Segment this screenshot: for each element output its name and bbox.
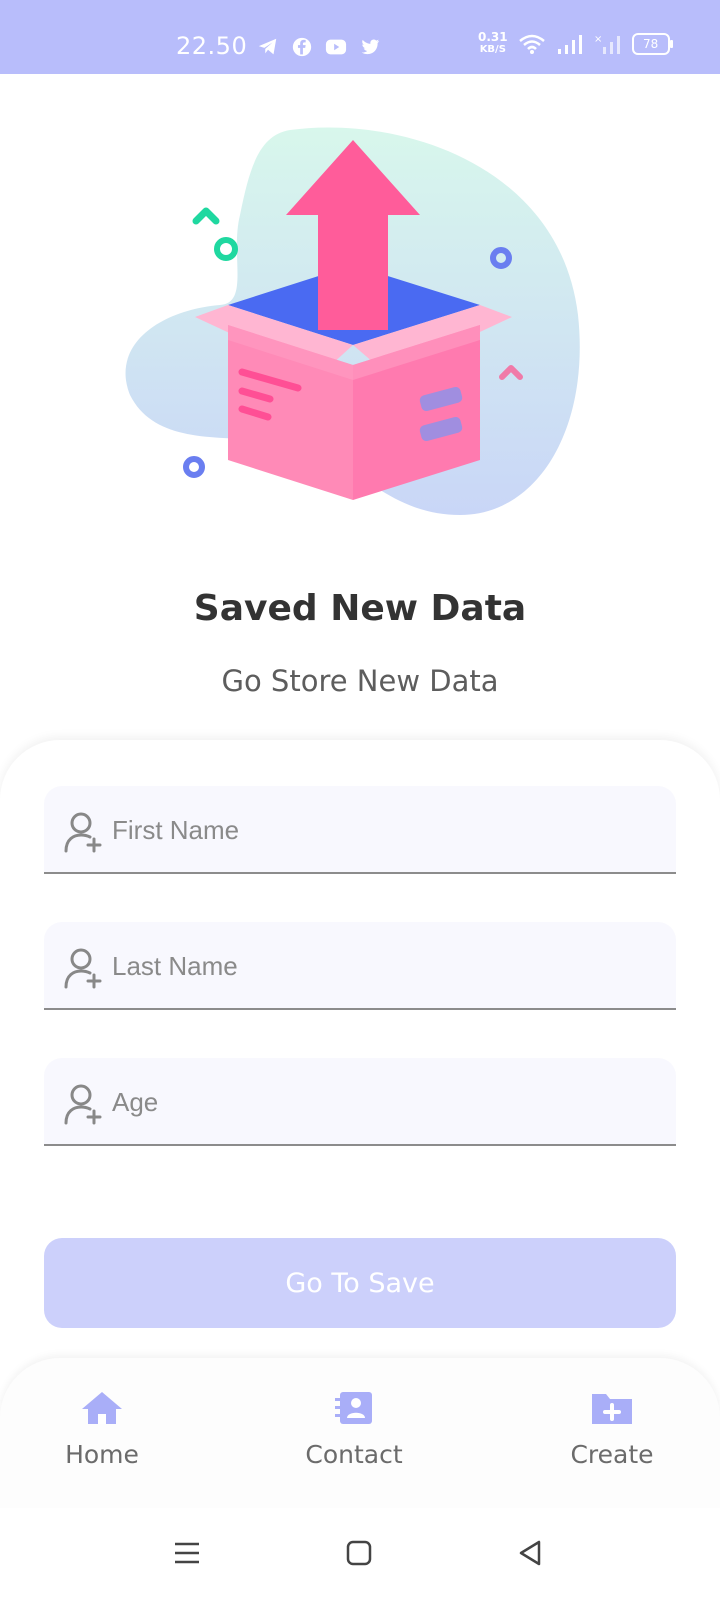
status-time: 22.50 [176,32,248,60]
network-speed: 0.31 KB/S [478,30,508,55]
home-square-icon[interactable] [342,1536,376,1570]
youtube-icon [325,39,347,55]
svg-text:×: × [594,34,602,45]
age-input[interactable] [110,1058,654,1146]
go-to-save-button[interactable]: Go To Save [44,1238,676,1328]
nav-label-create: Create [570,1440,654,1469]
notification-icons [256,36,382,58]
menu-icon[interactable] [170,1536,204,1570]
page-subtitle: Go Store New Data [221,664,499,698]
user-plus-icon [64,1084,102,1125]
telegram-icon [258,38,277,55]
user-plus-icon [64,948,102,989]
wifi-icon [518,34,545,54]
status-bar: 22.50 0.31 KB/S × 78 [0,0,720,74]
nav-item-home[interactable]: Home [22,1388,182,1469]
twitter-icon [361,39,380,55]
back-triangle-icon[interactable] [514,1536,548,1570]
folder-plus-icon [592,1394,632,1424]
bottom-navigation: Home Contact Create [0,1358,720,1508]
nav-label-contact: Contact [305,1440,403,1469]
net-speed-value: 0.31 [478,30,508,44]
facebook-icon [292,37,312,57]
first-name-input[interactable] [110,786,654,874]
last-name-field[interactable] [44,922,676,1010]
signal-icon [557,34,582,54]
system-navigation-bar [0,1508,720,1600]
user-plus-icon [64,812,102,853]
nav-label-home: Home [65,1440,139,1469]
last-name-input[interactable] [110,922,654,1010]
contact-card-icon [335,1392,372,1424]
net-speed-unit: KB/S [479,44,506,55]
battery-indicator: 78 [631,32,673,55]
home-icon [82,1392,122,1424]
upload-box-illustration [125,127,580,515]
age-field[interactable] [44,1058,676,1146]
nav-item-create[interactable]: Create [532,1388,692,1469]
signal-no-service-icon: × [594,34,620,54]
page-title: Saved New Data [193,588,527,629]
status-indicators: 0.31 KB/S × 78 [478,30,673,55]
first-name-field[interactable] [44,786,676,874]
nav-item-contact[interactable]: Contact [274,1388,434,1469]
